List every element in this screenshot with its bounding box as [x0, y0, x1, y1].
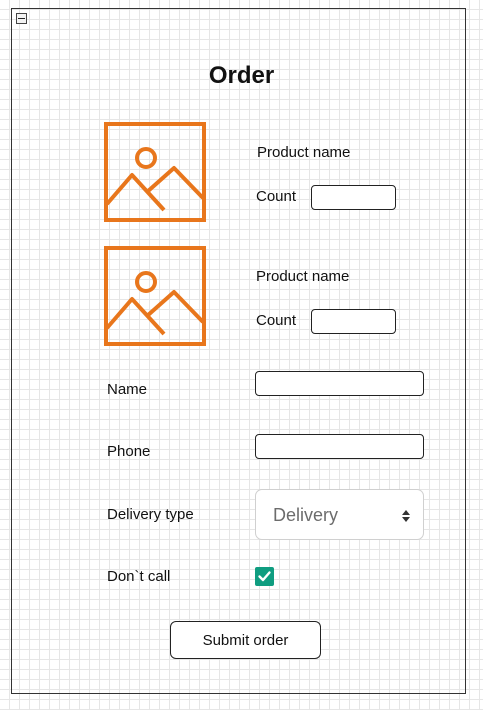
form-container: [11, 8, 466, 694]
product-name-label-2: Product name: [256, 268, 350, 285]
dont-call-checkbox[interactable]: [255, 567, 274, 586]
phone-label: Phone: [107, 443, 151, 460]
sort-arrows-icon: [402, 510, 410, 522]
delivery-type-label: Delivery type: [107, 506, 194, 523]
delivery-type-value: Delivery: [273, 505, 339, 525]
submit-order-button[interactable]: Submit order: [170, 621, 321, 659]
count-label-2: Count: [256, 312, 297, 329]
phone-field[interactable]: [255, 434, 424, 459]
product-image-1: [104, 122, 206, 222]
form-title: Order: [208, 62, 275, 89]
product-image-2: [104, 246, 206, 346]
name-field[interactable]: [255, 371, 424, 396]
count-label-1: Count: [256, 188, 297, 205]
checkmark-icon: [258, 571, 271, 582]
image-placeholder-icon: [104, 246, 206, 346]
dont-call-label: Don`t call: [107, 568, 171, 585]
delivery-type-select[interactable]: Delivery: [255, 489, 424, 540]
product-name-label-1: Product name: [257, 144, 351, 161]
count-input-1[interactable]: [311, 185, 396, 210]
image-placeholder-icon: [104, 122, 206, 222]
name-label: Name: [107, 381, 148, 398]
minus-icon: [18, 18, 25, 19]
collapse-button[interactable]: [16, 13, 27, 24]
count-input-2[interactable]: [311, 309, 396, 334]
